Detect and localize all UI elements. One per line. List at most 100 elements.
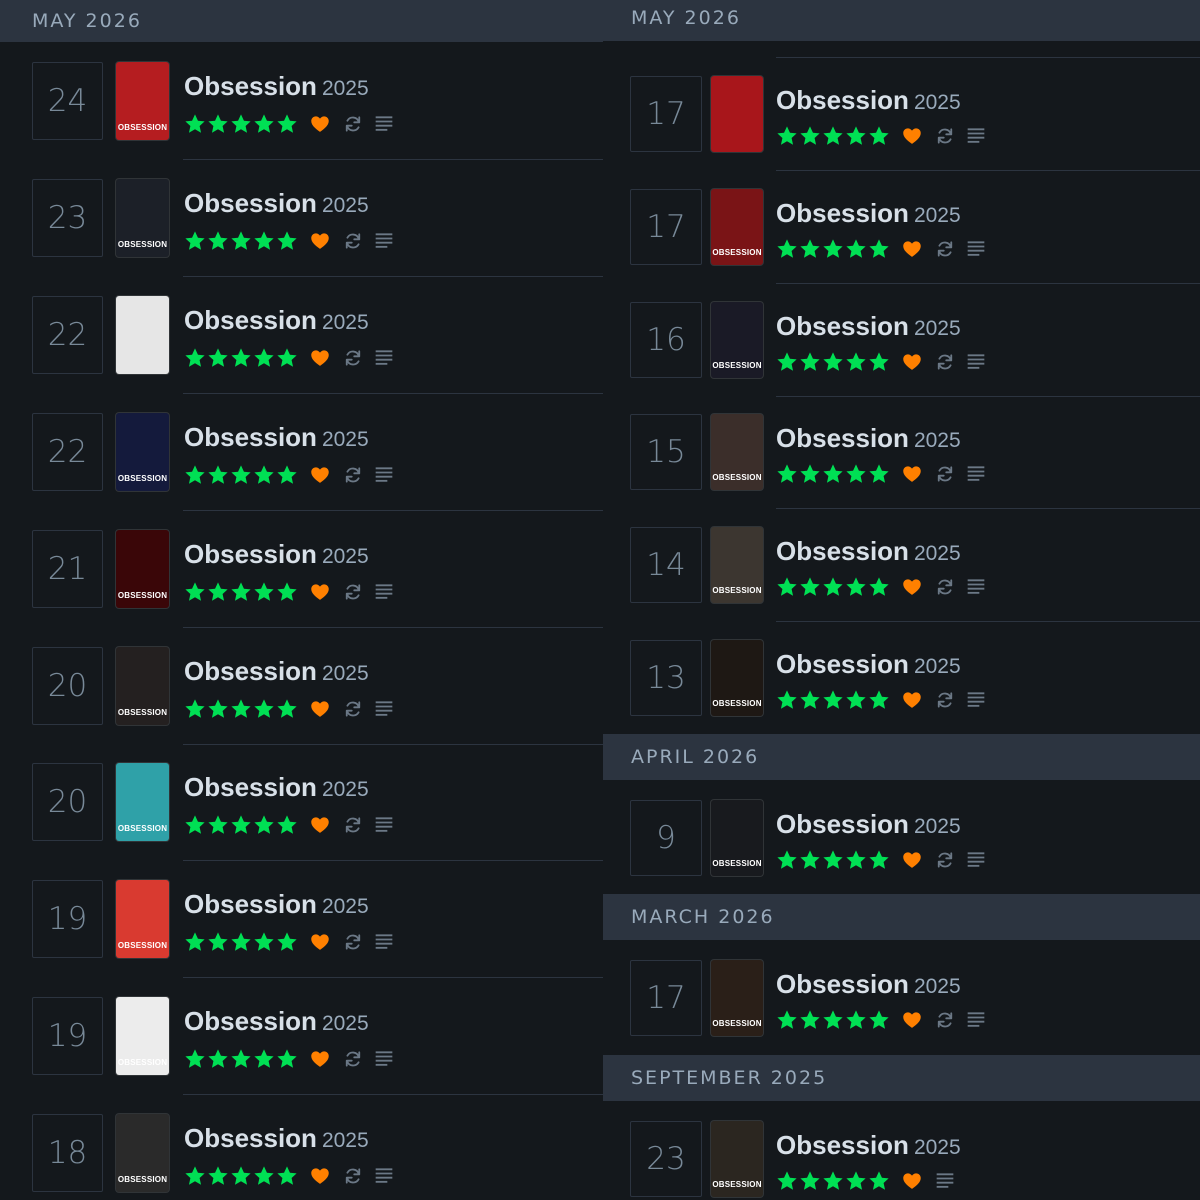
diary-entry[interactable]: 21 OBSESSION Obsession 2025 [0, 530, 603, 608]
film-title[interactable]: Obsession 2025 [184, 188, 369, 219]
diary-entry[interactable]: 22 OBSESSION Obsession 2025 [0, 413, 603, 491]
film-year[interactable]: 2025 [914, 1136, 961, 1159]
film-title[interactable]: Obsession 2025 [184, 889, 369, 920]
review-lines-icon[interactable] [374, 231, 394, 251]
review-lines-icon[interactable] [966, 239, 986, 259]
day-number[interactable]: 21 [32, 530, 103, 608]
heart-icon[interactable] [902, 1010, 922, 1030]
film-name[interactable]: Obsession [184, 656, 317, 686]
film-year[interactable]: 2025 [914, 655, 961, 678]
film-poster[interactable]: OBSESSION [116, 647, 169, 725]
film-title[interactable]: Obsession 2025 [776, 1130, 961, 1161]
film-year[interactable]: 2025 [914, 91, 961, 114]
film-name[interactable]: Obsession [776, 536, 909, 566]
film-poster[interactable]: OBSESSION [711, 1121, 763, 1197]
film-year[interactable]: 2025 [322, 311, 369, 334]
film-poster[interactable] [116, 296, 169, 374]
review-lines-icon[interactable] [966, 126, 986, 146]
diary-entry[interactable]: 17 Obsession 2025 [603, 76, 1200, 152]
film-name[interactable]: Obsession [184, 188, 317, 218]
diary-entry[interactable]: 17 OBSESSION Obsession 2025 [603, 189, 1200, 265]
review-lines-icon[interactable] [374, 699, 394, 719]
film-poster[interactable]: OBSESSION [116, 62, 169, 140]
film-name[interactable]: Obsession [184, 1123, 317, 1153]
film-name[interactable]: Obsession [184, 772, 317, 802]
diary-entry[interactable]: 16 OBSESSION Obsession 2025 [603, 302, 1200, 378]
film-year[interactable]: 2025 [914, 542, 961, 565]
film-name[interactable]: Obsession [776, 198, 909, 228]
day-number[interactable]: 17 [630, 189, 702, 265]
film-name[interactable]: Obsession [776, 311, 909, 341]
film-poster[interactable]: OBSESSION [116, 880, 169, 958]
film-poster[interactable]: OBSESSION [116, 1114, 169, 1192]
film-name[interactable]: Obsession [776, 809, 909, 839]
film-year[interactable]: 2025 [322, 1012, 369, 1035]
heart-icon[interactable] [310, 582, 330, 602]
film-name[interactable]: Obsession [776, 969, 909, 999]
film-poster[interactable]: OBSESSION [116, 530, 169, 608]
heart-icon[interactable] [902, 352, 922, 372]
day-number[interactable]: 20 [32, 763, 103, 841]
film-year[interactable]: 2025 [322, 1129, 369, 1152]
film-year[interactable]: 2025 [914, 317, 961, 340]
day-number[interactable]: 13 [630, 640, 702, 716]
film-name[interactable]: Obsession [184, 305, 317, 335]
film-poster[interactable]: OBSESSION [116, 413, 169, 491]
film-title[interactable]: Obsession 2025 [776, 969, 961, 1000]
diary-entry[interactable]: 13 OBSESSION Obsession 2025 [603, 640, 1200, 716]
film-year[interactable]: 2025 [914, 975, 961, 998]
film-title[interactable]: Obsession 2025 [184, 772, 369, 803]
review-lines-icon[interactable] [374, 582, 394, 602]
film-year[interactable]: 2025 [322, 778, 369, 801]
film-poster[interactable]: OBSESSION [711, 189, 763, 265]
day-number[interactable]: 9 [630, 800, 702, 876]
film-poster[interactable] [711, 76, 763, 152]
film-title[interactable]: Obsession 2025 [184, 422, 369, 453]
heart-icon[interactable] [310, 231, 330, 251]
review-lines-icon[interactable] [935, 1171, 955, 1191]
film-title[interactable]: Obsession 2025 [184, 539, 369, 570]
review-lines-icon[interactable] [374, 1049, 394, 1069]
review-lines-icon[interactable] [966, 352, 986, 372]
diary-entry[interactable]: 15 OBSESSION Obsession 2025 [603, 414, 1200, 490]
film-title[interactable]: Obsession 2025 [184, 305, 369, 336]
film-year[interactable]: 2025 [914, 204, 961, 227]
heart-icon[interactable] [310, 815, 330, 835]
film-year[interactable]: 2025 [322, 194, 369, 217]
day-number[interactable]: 17 [630, 960, 702, 1036]
film-name[interactable]: Obsession [184, 71, 317, 101]
day-number[interactable]: 15 [630, 414, 702, 490]
film-title[interactable]: Obsession 2025 [776, 536, 961, 567]
film-poster[interactable]: OBSESSION [711, 960, 763, 1036]
day-number[interactable]: 20 [32, 647, 103, 725]
heart-icon[interactable] [310, 1049, 330, 1069]
film-year[interactable]: 2025 [322, 428, 369, 451]
review-lines-icon[interactable] [374, 1166, 394, 1186]
heart-icon[interactable] [310, 932, 330, 952]
film-poster[interactable]: OBSESSION [711, 302, 763, 378]
film-poster[interactable]: OBSESSION [711, 527, 763, 603]
day-number[interactable]: 19 [32, 880, 103, 958]
film-title[interactable]: Obsession 2025 [184, 71, 369, 102]
review-lines-icon[interactable] [374, 114, 394, 134]
day-number[interactable]: 23 [630, 1121, 702, 1197]
diary-entry[interactable]: 23 OBSESSION Obsession 2025 [0, 179, 603, 257]
day-number[interactable]: 22 [32, 296, 103, 374]
review-lines-icon[interactable] [966, 850, 986, 870]
film-poster[interactable]: OBSESSION [116, 997, 169, 1075]
diary-entry[interactable]: 14 OBSESSION Obsession 2025 [603, 527, 1200, 603]
diary-entry[interactable]: 22 Obsession 2025 [0, 296, 603, 374]
day-number[interactable]: 22 [32, 413, 103, 491]
diary-entry[interactable]: 20 OBSESSION Obsession 2025 [0, 763, 603, 841]
film-name[interactable]: Obsession [184, 889, 317, 919]
film-poster[interactable]: OBSESSION [711, 800, 763, 876]
film-title[interactable]: Obsession 2025 [776, 311, 961, 342]
heart-icon[interactable] [902, 577, 922, 597]
day-number[interactable]: 23 [32, 179, 103, 257]
heart-icon[interactable] [902, 850, 922, 870]
heart-icon[interactable] [310, 1166, 330, 1186]
heart-icon[interactable] [310, 465, 330, 485]
film-title[interactable]: Obsession 2025 [776, 85, 961, 116]
review-lines-icon[interactable] [966, 1010, 986, 1030]
day-number[interactable]: 14 [630, 527, 702, 603]
